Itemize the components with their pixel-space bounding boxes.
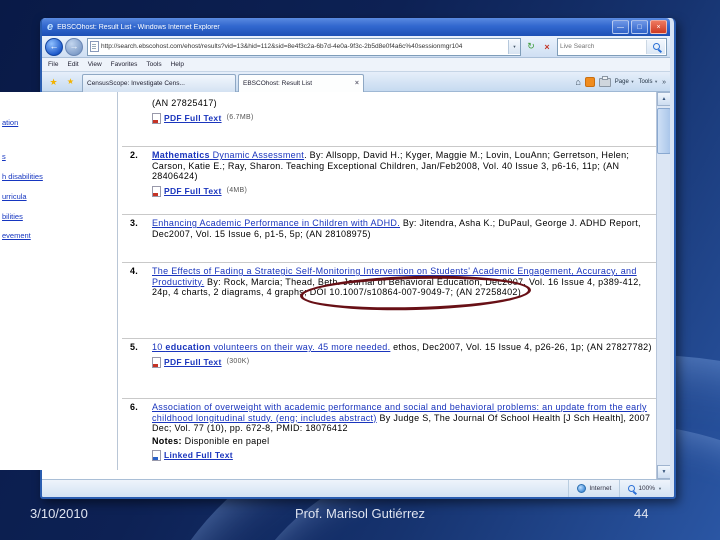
result-item-partial: (AN 27825417) PDF Full Text (6.7MB) <box>122 98 656 124</box>
search-button[interactable] <box>646 39 665 54</box>
result-number: 3. <box>130 218 139 228</box>
tab-ebscohost[interactable]: EBSCOhost: Result List × <box>238 74 364 92</box>
pdf-full-text-link[interactable]: PDF Full Text <box>164 186 222 197</box>
result-number: 2. <box>130 150 139 160</box>
menu-edit[interactable]: Edit <box>65 61 83 68</box>
result-meta: ethos, Dec2007, Vol. 15 Issue 4, p26-26,… <box>390 342 652 352</box>
window-title: EBSCOhost: Result List - Windows Interne… <box>57 23 220 31</box>
zoom-control[interactable]: 100% ▼ <box>619 480 670 497</box>
notes-value: Disponible en papel <box>184 435 270 446</box>
result-title-link[interactable]: Mathematics Dynamic Assessment <box>152 150 304 160</box>
print-button[interactable] <box>598 75 611 87</box>
search-box <box>557 37 667 56</box>
vertical-scrollbar[interactable]: ▲ ▼ <box>656 92 670 479</box>
annotation-ellipse: DOI 10.1007/s10864-007-9049-7; (AN 27258… <box>309 287 522 297</box>
security-zone: Internet <box>568 480 619 497</box>
linked-full-text-icon <box>152 450 161 461</box>
sidebar-link[interactable]: ation <box>2 118 18 127</box>
refresh-button[interactable]: ↻ <box>523 38 539 56</box>
result-number: 5. <box>130 342 139 352</box>
results-left-panel: ation s h disabilities urricula bilities… <box>0 92 118 470</box>
result-item: 5. 10 education volunteers on their way.… <box>122 338 656 368</box>
home-button[interactable]: ⌂ <box>575 74 580 90</box>
pdf-full-text-link[interactable]: PDF Full Text <box>164 357 222 368</box>
footer-author: Prof. Marisol Gutiérrez <box>294 506 426 521</box>
file-size: (6.7MB) <box>226 113 254 121</box>
scroll-down-button[interactable]: ▼ <box>657 465 670 479</box>
search-icon <box>652 43 660 50</box>
pdf-full-text-link[interactable]: PDF Full Text <box>164 113 222 124</box>
globe-icon <box>577 484 587 493</box>
notes-label: Notes: <box>152 435 182 446</box>
result-item: 2. Mathematics Dynamic Assessment. By: A… <box>122 146 656 197</box>
scrollbar-thumb[interactable] <box>657 108 670 154</box>
sidebar-link[interactable]: urricula <box>2 192 27 201</box>
page-menu-button[interactable]: Page ▼ <box>615 79 635 85</box>
page-icon <box>90 41 99 52</box>
navigation-bar: ← → http://search.ebscohost.com/ehost/re… <box>42 36 670 58</box>
chevron-down-icon: ▼ <box>630 79 635 84</box>
result-meta: (AN 27825417) <box>152 98 217 108</box>
result-item: 3. Enhancing Academic Performance in Chi… <box>122 214 656 239</box>
maximize-button[interactable]: □ <box>631 20 648 34</box>
menu-file[interactable]: File <box>46 61 63 68</box>
file-size: (300K) <box>226 357 250 365</box>
pdf-icon <box>152 356 161 368</box>
ie-logo-icon: e <box>47 20 54 33</box>
menu-tools[interactable]: Tools <box>144 61 166 68</box>
sidebar-link[interactable]: s <box>2 152 6 161</box>
tab-censusscope[interactable]: CensusScope: Investigate Cens... <box>82 74 236 92</box>
menu-bar: File Edit View Favorites Tools Help <box>42 58 670 72</box>
favorites-center-button[interactable]: ★ <box>46 75 61 89</box>
tab-close-icon[interactable]: × <box>351 80 359 87</box>
sidebar-link[interactable]: bilities <box>2 212 23 221</box>
menu-help[interactable]: Help <box>169 61 189 68</box>
add-favorite-button[interactable]: ★ <box>63 75 78 89</box>
sidebar-link[interactable]: evement <box>2 231 31 240</box>
chevron-down-icon: ▼ <box>658 486 662 491</box>
browser-window: e EBSCOhost: Result List - Windows Inter… <box>40 18 676 499</box>
url-text: http://search.ebscohost.com/ehost/result… <box>101 43 463 50</box>
pdf-icon <box>152 185 161 197</box>
zone-label: Internet <box>589 485 612 492</box>
zoom-icon <box>628 485 636 492</box>
file-size: (4MB) <box>226 186 248 194</box>
sidebar-link[interactable]: h disabilities <box>2 172 43 181</box>
back-button[interactable]: ← <box>45 37 63 56</box>
result-number: 6. <box>130 402 139 412</box>
minimize-button[interactable]: — <box>612 20 629 34</box>
search-input[interactable] <box>558 43 646 50</box>
menu-view[interactable]: View <box>86 61 107 68</box>
address-dropdown-icon[interactable]: ▼ <box>508 39 520 54</box>
feeds-button[interactable] <box>584 77 595 87</box>
address-bar[interactable]: http://search.ebscohost.com/ehost/result… <box>87 37 521 56</box>
result-number: 4. <box>130 266 139 276</box>
result-item: 4. The Effects of Fading a Strategic Sel… <box>122 262 656 298</box>
page-content: (AN 27825417) PDF Full Text (6.7MB) 2. M… <box>42 92 670 479</box>
tools-menu-button[interactable]: Tools ▼ <box>638 79 658 85</box>
slide-number: 44 <box>634 506 649 521</box>
slide: e EBSCOhost: Result List - Windows Inter… <box>0 0 720 540</box>
menu-favorites[interactable]: Favorites <box>109 61 143 68</box>
zoom-level: 100% <box>638 485 656 492</box>
stop-button[interactable]: × <box>539 38 555 56</box>
forward-button[interactable]: → <box>65 37 83 56</box>
linked-full-text-link[interactable]: Linked Full Text <box>164 450 233 461</box>
status-bar: Internet 100% ▼ <box>42 479 670 497</box>
command-bar: ⌂ Page ▼ Tools ▼ » <box>575 74 666 90</box>
result-title-link[interactable]: Enhancing Academic Performance in Childr… <box>152 218 400 228</box>
close-button[interactable]: × <box>650 20 667 34</box>
title-bar: e EBSCOhost: Result List - Windows Inter… <box>42 18 670 36</box>
toolbar-overflow-chevron[interactable]: » <box>662 79 666 86</box>
result-title-link[interactable]: 10 education volunteers on their way. 45… <box>152 342 390 352</box>
tab-bar: ★ ★ CensusScope: Investigate Cens... EBS… <box>42 72 670 92</box>
chevron-down-icon: ▼ <box>654 79 659 84</box>
pdf-icon <box>152 112 161 124</box>
scroll-up-button[interactable]: ▲ <box>657 92 670 106</box>
result-item: 6. Association of overweight with academ… <box>122 398 656 461</box>
